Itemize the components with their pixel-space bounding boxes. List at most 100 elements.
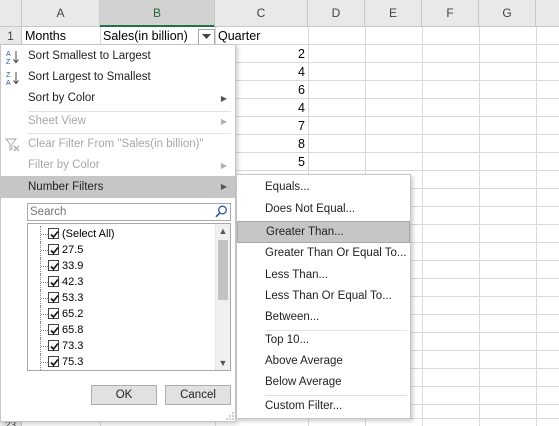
- svg-text:Z: Z: [6, 72, 11, 79]
- scroll-thumb[interactable]: [218, 240, 228, 300]
- submenu-arrow-icon: ▶: [220, 161, 227, 170]
- filter-values-list[interactable]: (Select All) 27.5 33.9 42.3 53.3 65.2 65…: [27, 223, 231, 371]
- value-item[interactable]: 75.3: [28, 354, 216, 370]
- filter-search-box[interactable]: [27, 203, 231, 221]
- value-label: 73.3: [62, 340, 84, 352]
- greater-than-item[interactable]: Greater Than...: [237, 221, 410, 243]
- custom-filter-item[interactable]: Custom Filter...: [237, 396, 410, 417]
- greater-than-or-equal-item[interactable]: Greater Than Or Equal To...: [237, 243, 410, 264]
- checkmark-icon: [50, 310, 59, 319]
- column-header-g[interactable]: G: [479, 0, 536, 27]
- value-item[interactable]: 27.5: [28, 242, 216, 258]
- column-header-d[interactable]: D: [308, 0, 365, 27]
- submenu-arrow-icon: ▶: [220, 117, 227, 126]
- value-label: 65.2: [62, 308, 84, 320]
- value-label: 42.3: [62, 276, 84, 288]
- filter-by-color-label: Filter by Color: [28, 159, 100, 171]
- value-label: 75.3: [62, 356, 84, 368]
- filter-search-input[interactable]: [28, 204, 208, 220]
- ok-button[interactable]: OK: [91, 385, 157, 405]
- checkmark-icon: [50, 294, 59, 303]
- checkbox-checked[interactable]: [48, 228, 59, 239]
- column-header-h[interactable]: [536, 0, 559, 27]
- column-header-b[interactable]: B: [100, 0, 215, 27]
- submenu-arrow-icon: ▶: [220, 182, 227, 191]
- value-label: 53.3: [62, 292, 84, 304]
- submenu-arrow-icon: ▶: [220, 94, 227, 103]
- checkbox-checked[interactable]: [48, 276, 59, 287]
- above-average-item[interactable]: Above Average: [237, 351, 410, 372]
- dropdown-arrow-icon: [202, 34, 211, 39]
- value-item[interactable]: 53.3: [28, 290, 216, 306]
- value-item[interactable]: 33.9: [28, 258, 216, 274]
- values-scrollbar[interactable]: ▲ ▼: [215, 224, 230, 370]
- value-label: 33.9: [62, 260, 84, 272]
- checkmark-icon: [50, 342, 59, 351]
- value-item[interactable]: 42.3: [28, 274, 216, 290]
- svg-text:A: A: [6, 51, 11, 58]
- sort-za-icon: Z A: [6, 72, 19, 86]
- clear-filter-icon: [5, 138, 20, 152]
- value-item[interactable]: 65.8: [28, 322, 216, 338]
- search-icon: [215, 205, 227, 218]
- sort-descending-label: Sort Largest to Smallest: [28, 71, 151, 83]
- less-than-item[interactable]: Less Than...: [237, 265, 410, 286]
- between-item[interactable]: Between...: [237, 307, 410, 328]
- sheet-view-item: Sheet View ▶: [1, 111, 235, 132]
- value-item[interactable]: 73.3: [28, 338, 216, 354]
- sort-by-color-label: Sort by Color: [28, 92, 96, 104]
- sort-descending-item[interactable]: Z A Sort Largest to Smallest: [1, 67, 235, 88]
- number-filters-item[interactable]: Number Filters ▶: [1, 176, 235, 198]
- cell-c1-header[interactable]: Quarter: [218, 27, 260, 45]
- row-header-1[interactable]: 1: [0, 27, 22, 45]
- sort-ascending-item[interactable]: A Z Sort Smallest to Largest: [1, 46, 235, 67]
- sort-ascending-label: Sort Smallest to Largest: [28, 50, 151, 62]
- checkbox-checked[interactable]: [48, 244, 59, 255]
- value-label: (Select All): [62, 228, 115, 240]
- checkbox-checked[interactable]: [48, 292, 59, 303]
- equals-item[interactable]: Equals...: [237, 177, 410, 198]
- sort-az-icon: A Z: [6, 51, 19, 65]
- column-header-f[interactable]: F: [422, 0, 479, 27]
- checkmark-icon: [50, 358, 59, 367]
- svg-text:A: A: [6, 80, 11, 86]
- sheet-view-label: Sheet View: [28, 115, 86, 127]
- column-header-e[interactable]: E: [365, 0, 422, 27]
- does-not-equal-item[interactable]: Does Not Equal...: [237, 199, 410, 220]
- top-10-item[interactable]: Top 10...: [237, 330, 410, 351]
- clear-filter-item: Clear Filter From "Sales(in billion)": [1, 134, 235, 155]
- checkmark-icon: [50, 326, 59, 335]
- checkbox-checked[interactable]: [48, 324, 59, 335]
- filter-dropdown-button[interactable]: [198, 29, 215, 45]
- value-item[interactable]: 65.2: [28, 306, 216, 322]
- checkmark-icon: [50, 230, 59, 239]
- resize-grip-icon[interactable]: [226, 412, 234, 420]
- column-header-c[interactable]: C: [215, 0, 308, 27]
- column-header-a[interactable]: A: [22, 0, 100, 27]
- svg-text:Z: Z: [6, 59, 11, 65]
- number-filters-label: Number Filters: [28, 181, 104, 193]
- sort-by-color-item[interactable]: Sort by Color ▶: [1, 88, 235, 109]
- checkmark-icon: [50, 278, 59, 287]
- cell-a1-header[interactable]: Months: [25, 27, 66, 45]
- filter-by-color-item: Filter by Color ▶: [1, 155, 235, 176]
- less-than-or-equal-item[interactable]: Less Than Or Equal To...: [237, 286, 410, 307]
- value-label: 27.5: [62, 244, 84, 256]
- clear-filter-label: Clear Filter From "Sales(in billion)": [28, 138, 204, 150]
- checkbox-checked[interactable]: [48, 340, 59, 351]
- autofilter-menu: A Z Sort Smallest to Largest Z A Sort La…: [0, 44, 236, 422]
- cell-b1-header[interactable]: Sales(in billion): [103, 27, 188, 45]
- checkbox-checked[interactable]: [48, 356, 59, 367]
- select-all-corner[interactable]: [0, 0, 22, 27]
- checkmark-icon: [50, 246, 59, 255]
- below-average-item[interactable]: Below Average: [237, 372, 410, 393]
- checkbox-checked[interactable]: [48, 308, 59, 319]
- cancel-button[interactable]: Cancel: [165, 385, 231, 405]
- value-label: 65.8: [62, 324, 84, 336]
- checkmark-icon: [50, 262, 59, 271]
- value-item-select-all[interactable]: (Select All): [28, 226, 216, 242]
- scroll-down-icon[interactable]: ▼: [216, 356, 230, 370]
- number-filters-submenu: Equals... Does Not Equal... Greater Than…: [236, 174, 411, 419]
- checkbox-checked[interactable]: [48, 260, 59, 271]
- scroll-up-icon[interactable]: ▲: [216, 224, 230, 238]
